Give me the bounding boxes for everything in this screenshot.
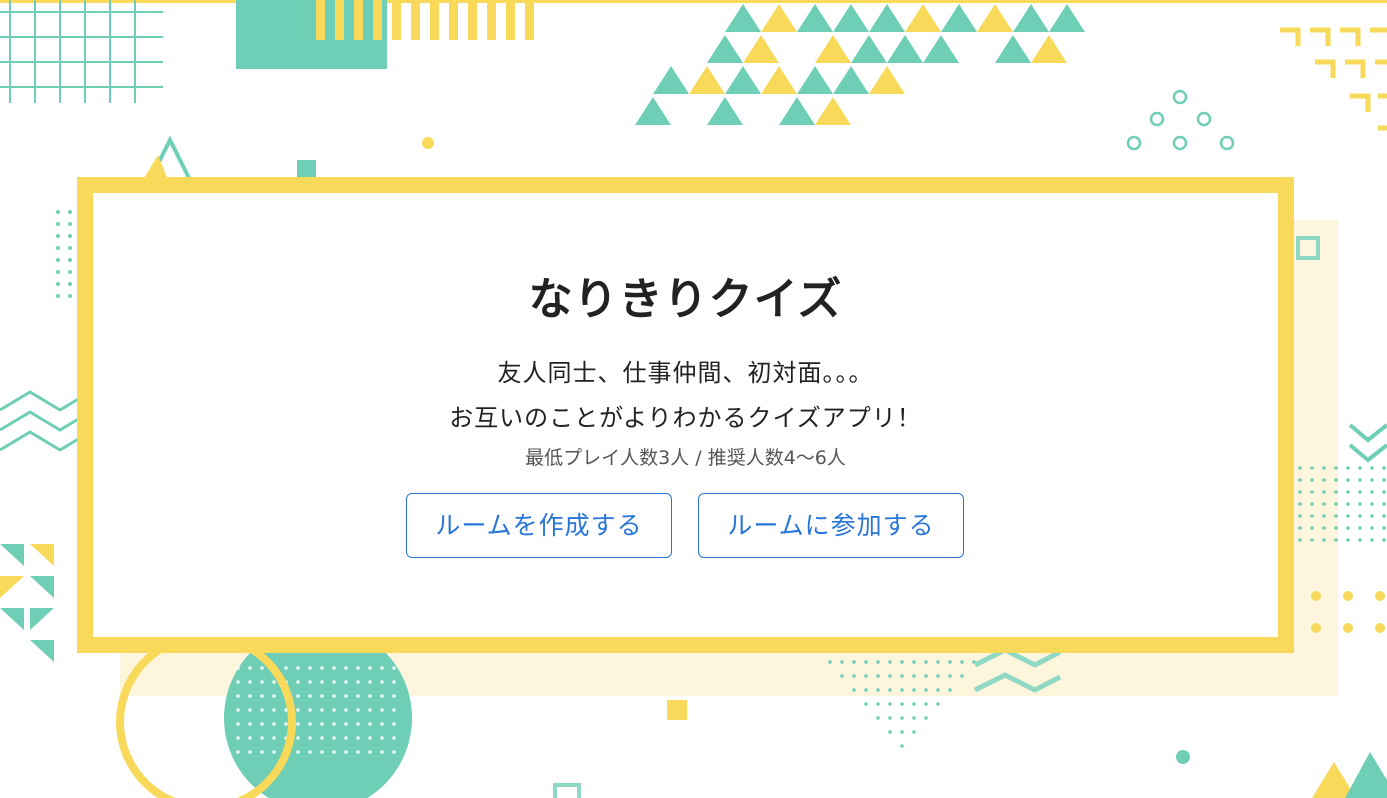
player-count-info: 最低プレイ人数3人 / 推奨人数4〜6人 [525, 447, 846, 469]
tagline-line-1: 友人同士、仕事仲間、初対面。。。 [497, 359, 874, 387]
landing-page: なりきりクイズ 友人同士、仕事仲間、初対面。。。 お互いのことがよりわかるクイズ… [0, 0, 1387, 798]
create-room-button[interactable]: ルームを作成する [406, 493, 672, 558]
zigzag-right [1348, 423, 1387, 463]
join-room-button[interactable]: ルームに参加する [698, 493, 964, 558]
grid-pattern [0, 0, 163, 103]
ring-dots [1126, 89, 1235, 151]
triangle-tiles-left [0, 544, 54, 662]
teal-block [236, 0, 387, 69]
app-title: なりきりクイズ [528, 274, 843, 325]
triangle-cluster [635, 4, 1085, 125]
corner-brackets [1280, 27, 1387, 131]
dot-column [56, 210, 72, 298]
tagline-line-2: お互いのことがよりわかるクイズアプリ！ [449, 404, 922, 432]
main-card: なりきりクイズ 友人同士、仕事仲間、初対面。。。 お互いのことがよりわかるクイズ… [77, 177, 1294, 653]
